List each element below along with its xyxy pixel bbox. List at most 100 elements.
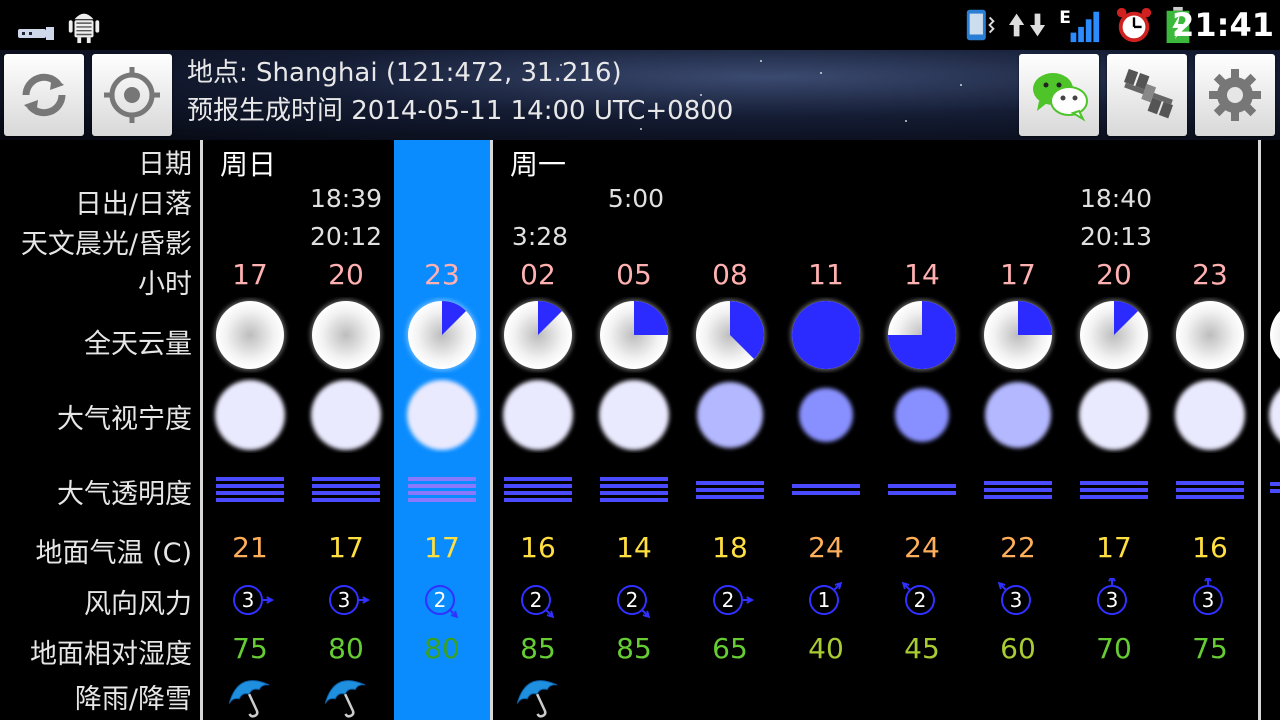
cloud-cover-icon xyxy=(886,299,958,371)
seeing-icon xyxy=(311,380,381,450)
location-info: 地点: Shanghai (121:472, 31.216) 预报生成时间 20… xyxy=(187,54,733,130)
precipitation-cell xyxy=(490,672,586,718)
cloud-cover-cell xyxy=(1162,297,1258,373)
wind-cell: 2 xyxy=(682,578,778,622)
seeing-icon xyxy=(1079,380,1149,450)
wechat-share-button[interactable] xyxy=(1019,54,1099,136)
wind-cell: 2 xyxy=(874,578,970,622)
humidity-value: 75 xyxy=(1192,632,1228,665)
seeing-icon xyxy=(503,380,573,450)
wind-force-value: 3 xyxy=(1202,588,1215,612)
row-label-hour: 小时 xyxy=(138,269,192,300)
transparency-cell xyxy=(778,475,874,505)
clock: 21:41 xyxy=(1172,6,1274,44)
umbrella-icon xyxy=(516,680,558,718)
seeing-icon xyxy=(985,382,1051,448)
refresh-button[interactable] xyxy=(4,54,84,136)
cloud-cover-icon xyxy=(406,299,478,371)
target-icon xyxy=(104,67,160,123)
hour-label: 23 xyxy=(424,258,460,291)
seeing-icon xyxy=(799,388,853,442)
wind-direction-icon: 3 xyxy=(1097,578,1127,615)
satellite-button[interactable] xyxy=(1107,54,1187,136)
wind-cell: 1 xyxy=(778,578,874,622)
transparency-cell xyxy=(682,475,778,505)
status-bar: E 21:41 xyxy=(0,0,1280,50)
transparency-bars-icon xyxy=(984,481,1052,499)
column-divider xyxy=(1258,140,1261,720)
svg-text:E: E xyxy=(1059,8,1071,28)
usb-icon xyxy=(18,27,54,40)
refresh-icon xyxy=(22,73,66,117)
row-label-precipitation: 降雨/降雪 xyxy=(74,684,192,715)
wind-cell: 2 xyxy=(394,578,490,622)
signal-e-icon: E xyxy=(1059,8,1100,43)
hour-label: 20 xyxy=(1096,258,1132,291)
cloud-cover-cell xyxy=(298,297,394,373)
humidity-value: 75 xyxy=(232,632,268,665)
temperature-value: 24 xyxy=(904,531,940,564)
temperature-value: 14 xyxy=(616,531,652,564)
seeing-cell xyxy=(202,377,298,453)
seeing-cell xyxy=(1066,377,1162,453)
cloud-cover-cell xyxy=(682,297,778,373)
wind-direction-icon: 3 xyxy=(997,581,1031,615)
wind-force-value: 3 xyxy=(1106,588,1119,612)
wind-cell: 3 xyxy=(298,578,394,622)
umbrella-icon xyxy=(228,680,270,718)
row-label-seeing: 大气视宁度 xyxy=(57,404,192,435)
cloud-cover-icon xyxy=(982,299,1054,371)
seeing-icon xyxy=(599,380,669,450)
gear-icon xyxy=(1209,69,1261,121)
hour-label: 17 xyxy=(232,258,268,291)
cloud-cover-cell xyxy=(490,297,586,373)
transparency-cell xyxy=(298,475,394,505)
hour-label: 08 xyxy=(712,258,748,291)
row-label-transparency: 大气透明度 xyxy=(57,479,192,510)
transparency-bars-icon xyxy=(1080,481,1148,499)
seeing-cell xyxy=(490,377,586,453)
wind-force-value: 2 xyxy=(530,588,543,612)
hour-label: 20 xyxy=(328,258,364,291)
wind-cell: 2 xyxy=(490,578,586,622)
precipitation-cell xyxy=(298,672,394,718)
sunday-sunset: 18:39 xyxy=(309,184,383,213)
wind-force-value: 2 xyxy=(626,588,639,612)
row-label-twilight: 天文晨光/昏影 xyxy=(20,229,192,260)
locate-button[interactable] xyxy=(92,54,172,136)
settings-button[interactable] xyxy=(1195,54,1275,136)
wechat-icon xyxy=(1033,73,1088,122)
temperature-value: 24 xyxy=(808,531,844,564)
cloud-cover-cell xyxy=(586,297,682,373)
hour-label: 11 xyxy=(808,258,844,291)
transparency-cell xyxy=(874,475,970,505)
wind-cell: 2 xyxy=(586,578,682,622)
seeing-cell xyxy=(394,377,490,453)
cloud-cover-cell xyxy=(1066,297,1162,373)
seeing-cell xyxy=(298,377,394,453)
row-label-cloud: 全天云量 xyxy=(84,329,192,360)
wind-direction-icon: 1 xyxy=(809,581,843,615)
temperature-value: 17 xyxy=(424,531,460,564)
precipitation-cell xyxy=(202,672,298,718)
hour-label: 05 xyxy=(616,258,652,291)
humidity-value: 60 xyxy=(1000,632,1036,665)
seeing-cell xyxy=(586,377,682,453)
wind-direction-icon: 2 xyxy=(425,585,459,619)
location-line: 地点: Shanghai (121:472, 31.216) xyxy=(187,58,622,88)
humidity-value: 80 xyxy=(328,632,364,665)
row-label-sunrise-sunset: 日出/日落 xyxy=(74,189,192,220)
monday-twilight-end: 20:13 xyxy=(1079,222,1153,251)
humidity-value: 80 xyxy=(424,632,460,665)
humidity-value: 85 xyxy=(616,632,652,665)
row-label-humidity: 地面相对湿度 xyxy=(30,639,192,670)
sunday-twilight-end: 20:12 xyxy=(309,222,383,251)
cloud-cover-cell xyxy=(394,297,490,373)
wind-force-value: 2 xyxy=(722,588,735,612)
transparency-cell xyxy=(394,475,490,505)
wind-cell: 3 xyxy=(970,578,1066,622)
transparency-bars-icon xyxy=(1176,481,1244,499)
data-updown-icon xyxy=(1009,13,1046,37)
row-label-temperature: 地面气温 (C) xyxy=(35,538,192,569)
alarm-icon xyxy=(1116,7,1152,43)
